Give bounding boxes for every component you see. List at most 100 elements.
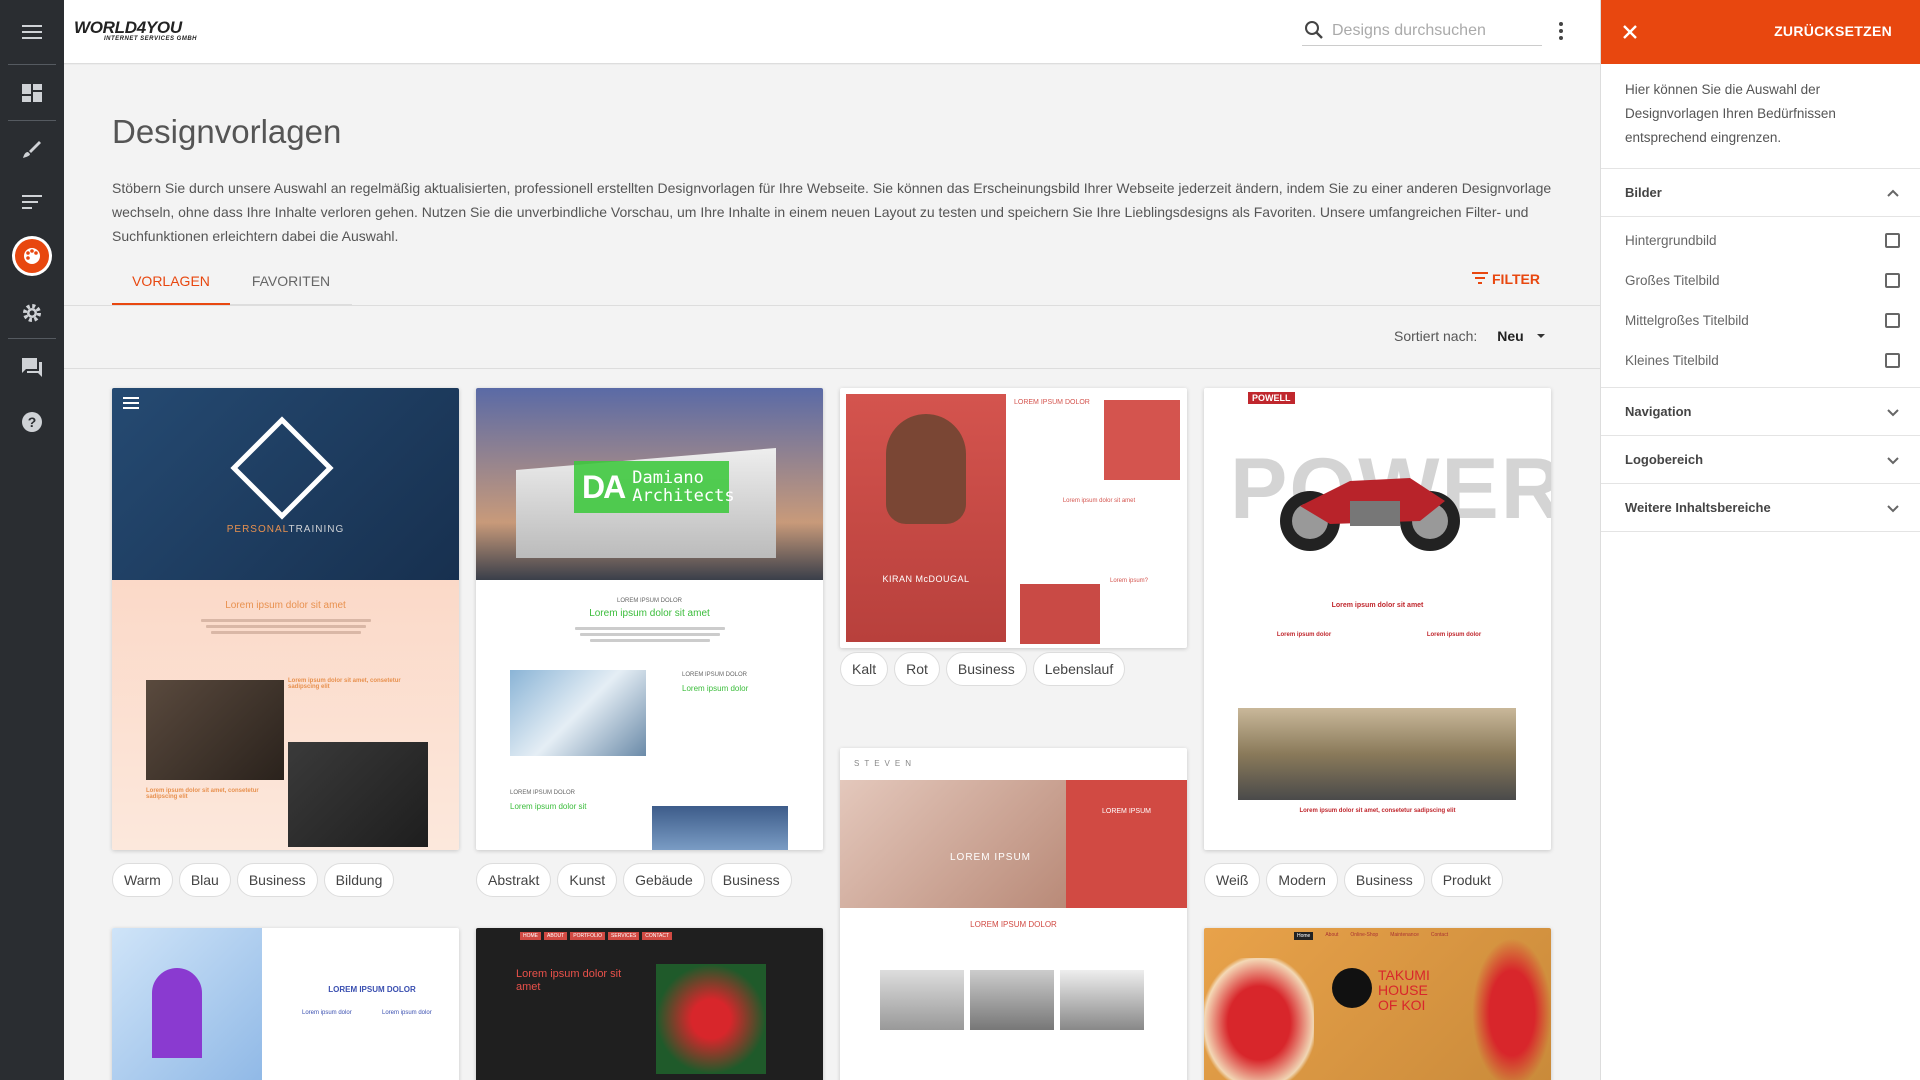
- preview-photo: [970, 970, 1054, 1030]
- option-label: Hintergrundbild: [1625, 232, 1717, 248]
- tag[interactable]: Business: [1343, 863, 1425, 897]
- divider: [64, 305, 1600, 306]
- filter-option[interactable]: Mittelgroßes Titelbild: [1601, 300, 1920, 340]
- motorcycle-image: [1280, 478, 1460, 551]
- more-options-icon[interactable]: [1558, 20, 1564, 47]
- menu-icon[interactable]: [12, 12, 52, 52]
- tag[interactable]: Warm: [112, 863, 173, 897]
- main-content: Designvorlagen Stöbern Sie durch unsere …: [64, 65, 1600, 1080]
- section-navigation[interactable]: Navigation: [1601, 388, 1920, 436]
- preview-photo: [288, 742, 428, 847]
- preview-subheading: Lorem ipsum dolor sit: [510, 802, 587, 811]
- checkbox[interactable]: [1885, 352, 1900, 368]
- preview-photo: [1238, 708, 1516, 800]
- preview-nav-item: Online-Shop: [1350, 932, 1379, 938]
- preview-heading: Lorem ipsum dolor sit amet: [225, 600, 346, 611]
- tag[interactable]: Lebenslauf: [1032, 652, 1126, 686]
- tag[interactable]: Business: [236, 863, 318, 897]
- tab-favoriten[interactable]: FAVORITEN: [230, 257, 352, 305]
- template-card[interactable]: DA Damiano Architects LOREM IPSUM DOLOR …: [476, 388, 823, 850]
- reset-button[interactable]: ZURÜCKSETZEN: [1774, 23, 1892, 39]
- palette-icon[interactable]: [12, 236, 52, 276]
- logo: WORLD4YOU INTERNET SERVICES GMBH: [74, 18, 197, 42]
- section-weitere-inhaltsbereiche[interactable]: Weitere Inhaltsbereiche: [1601, 484, 1920, 532]
- preview-name: KIRAN McDOUGAL: [882, 574, 970, 584]
- tag[interactable]: Business: [710, 863, 792, 897]
- preview-title-line: HOUSE: [1378, 982, 1428, 998]
- chevron-up-icon: [1887, 189, 1899, 197]
- section-label: Logobereich: [1625, 452, 1704, 467]
- preview-photo: [1060, 970, 1144, 1030]
- tag[interactable]: Modern: [1266, 863, 1338, 897]
- tab-vorlagen[interactable]: VORLAGEN: [112, 257, 230, 305]
- tag[interactable]: Weiß: [1204, 863, 1261, 897]
- tag[interactable]: Kalt: [840, 652, 889, 686]
- logo-subtitle: INTERNET SERVICES GMBH: [104, 36, 198, 42]
- dashboard-icon[interactable]: [12, 73, 52, 113]
- template-card[interactable]: KIRAN McDOUGAL LOREM IPSUM DOLOR Lorem i…: [840, 388, 1187, 648]
- brush-icon[interactable]: [12, 129, 52, 169]
- filter-label: FILTER: [1492, 271, 1540, 287]
- tag-list: Weiß Modern Business Produkt: [1204, 863, 1503, 897]
- template-card[interactable]: Home About Online-Shop Maintenance Conta…: [1204, 928, 1551, 1080]
- checkbox[interactable]: [1885, 312, 1900, 328]
- preview-kicker: LOREM IPSUM DOLOR: [510, 790, 576, 796]
- text-icon[interactable]: [12, 182, 52, 222]
- tag[interactable]: Rot: [894, 652, 940, 686]
- tag[interactable]: Gebäude: [623, 863, 705, 897]
- tag[interactable]: Abstrakt: [476, 863, 552, 897]
- tab-bar: VORLAGEN FAVORITEN: [112, 257, 352, 305]
- tag[interactable]: Produkt: [1430, 863, 1503, 897]
- tag-list: Warm Blau Business Bildung: [112, 863, 395, 897]
- sort-dropdown[interactable]: Neu: [1497, 328, 1547, 344]
- filter-option[interactable]: Hintergrundbild: [1601, 220, 1920, 260]
- sidebar-rail: ?: [0, 0, 64, 1080]
- hero-title: PERSONAL: [226, 524, 289, 535]
- template-preview-body: Lorem ipsum dolor sit amet Lorem ipsum d…: [112, 580, 459, 850]
- tag[interactable]: Bildung: [323, 863, 395, 897]
- preview-photo: [652, 806, 788, 850]
- gear-icon[interactable]: [12, 293, 52, 333]
- search-icon[interactable]: [1304, 20, 1324, 45]
- template-card[interactable]: PERSONALTRAINING Lorem ipsum dolor sit a…: [112, 388, 459, 850]
- preview-nav: Home About Online-Shop Maintenance Conta…: [1294, 932, 1448, 940]
- checkbox[interactable]: [1885, 232, 1900, 248]
- tag[interactable]: Business: [945, 652, 1027, 686]
- checkbox[interactable]: [1885, 272, 1900, 288]
- chat-icon[interactable]: [12, 348, 52, 388]
- section-options: Hintergrundbild Großes Titelbild Mittelg…: [1601, 217, 1920, 388]
- section-logobereich[interactable]: Logobereich: [1601, 436, 1920, 484]
- sort-value: Neu: [1497, 328, 1524, 344]
- help-icon[interactable]: ?: [12, 402, 52, 442]
- template-card[interactable]: HOME ABOUT PORTFOLIO SERVICES CONTACT Lo…: [476, 928, 823, 1080]
- template-card[interactable]: LOREM IPSUM DOLOR Lorem ipsum dolor Lore…: [112, 928, 459, 1080]
- section-bilder[interactable]: Bilder: [1601, 169, 1920, 217]
- preview-footer: Lorem ipsum dolor sit amet, consetetur s…: [1299, 808, 1456, 814]
- divider: [8, 120, 56, 121]
- preview-photo: [510, 670, 646, 756]
- preview-photo: [656, 964, 766, 1074]
- preview-title-line: TAKUMI: [1378, 967, 1430, 983]
- search-input[interactable]: [1332, 18, 1542, 44]
- template-card[interactable]: STEVEN LOREM IPSUM LOREM IPSUM LOREM IPS…: [840, 748, 1187, 1080]
- filter-option[interactable]: Kleines Titelbild: [1601, 340, 1920, 380]
- preview-photo: [146, 680, 284, 780]
- preview-photo: [1104, 400, 1180, 480]
- close-icon[interactable]: [1617, 19, 1643, 50]
- preview-subheading: Lorem ipsum dolor sit amet: [1062, 498, 1136, 504]
- template-preview-hero: DA Damiano Architects: [476, 388, 823, 580]
- tag[interactable]: Kunst: [557, 863, 618, 897]
- filter-option[interactable]: Großes Titelbild: [1601, 260, 1920, 300]
- divider: [64, 368, 1600, 369]
- preview-kicker: LOREM IPSUM DOLOR: [616, 598, 682, 604]
- preview-subheading: Lorem ipsum dolor: [682, 684, 749, 693]
- preview-brand: POWELL: [1248, 392, 1295, 404]
- preview-panel: LOREM IPSUM: [1066, 780, 1187, 908]
- filter-button[interactable]: FILTER: [1472, 271, 1540, 287]
- preview-heading: Lorem ipsum dolor sit amet: [516, 968, 622, 993]
- tag[interactable]: Blau: [178, 863, 231, 897]
- template-card[interactable]: POWELL POWER Lorem ipsum dolor sit amet …: [1204, 388, 1551, 850]
- logo-brand: WORLD4YOU: [74, 18, 182, 37]
- template-logo: DA Damiano Architects: [574, 461, 735, 513]
- preview-photo: [1020, 584, 1100, 644]
